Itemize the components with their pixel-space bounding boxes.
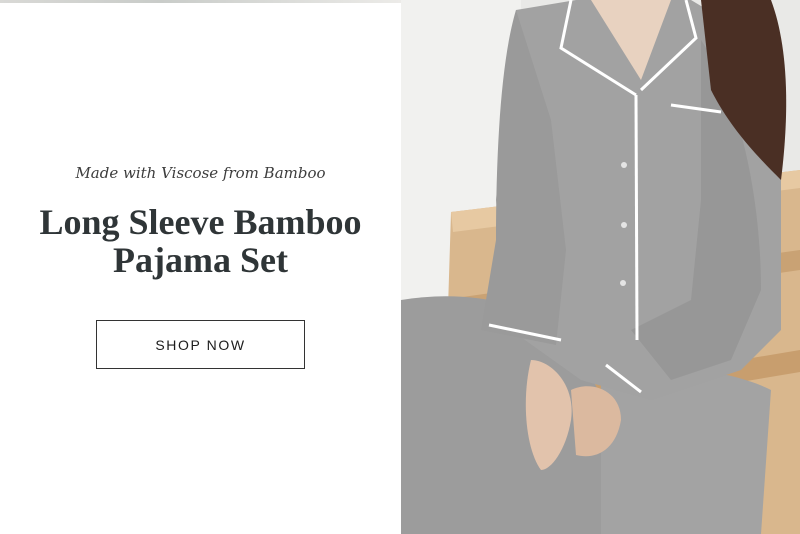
promo-eyebrow: Made with Viscose from Bamboo xyxy=(75,164,326,182)
product-photo[interactable] xyxy=(401,0,800,534)
promo-title-line-2: Pajama Set xyxy=(113,240,288,280)
shop-now-button[interactable]: SHOP NOW xyxy=(96,320,305,369)
shirt-button-1 xyxy=(621,162,627,168)
promo-banner: Made with Viscose from Bamboo Long Sleev… xyxy=(0,0,800,534)
promo-title-line-1: Long Sleeve Bamboo xyxy=(39,202,362,242)
placket-piping xyxy=(634,94,639,341)
right-leg xyxy=(601,369,771,534)
shirt-button-3 xyxy=(620,280,626,286)
promo-text-panel: Made with Viscose from Bamboo Long Sleev… xyxy=(0,0,401,534)
shirt-button-2 xyxy=(621,222,627,228)
top-image-strip xyxy=(0,0,401,3)
promo-title: Long Sleeve Bamboo Pajama Set xyxy=(0,203,401,279)
model-in-pajamas-image xyxy=(401,0,800,534)
